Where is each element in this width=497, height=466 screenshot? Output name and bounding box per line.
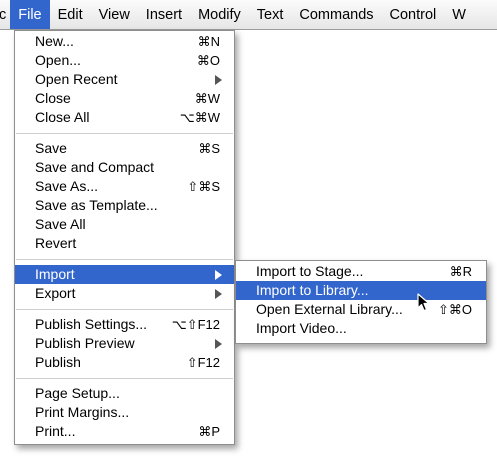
file-menu-item-new[interactable]: New... ⌘N: [15, 32, 234, 51]
menu-item-label: Save As...: [35, 178, 99, 194]
menu-item-label: Close: [35, 90, 71, 106]
menubar-item-edit[interactable]: Edit: [50, 0, 91, 29]
file-menu-item-export[interactable]: Export: [15, 284, 234, 303]
keyboard-shortcut: ⌘P: [198, 424, 220, 439]
menu-item-label: Import to Stage...: [256, 263, 364, 279]
menu-item-label: Save and Compact: [35, 159, 155, 175]
import-submenu: Import to Stage... ⌘R Import to Library...…: [235, 260, 487, 344]
file-menu-item-save-and-compact[interactable]: Save and Compact: [15, 158, 234, 177]
file-menu-item-print-margins[interactable]: Print Margins...: [15, 403, 234, 422]
file-menu-item-close-all[interactable]: Close All ⌥⌘W: [15, 108, 234, 127]
menu-separator: [15, 253, 234, 265]
keyboard-shortcut: ⌘W: [194, 91, 220, 106]
file-menu-item-print[interactable]: Print... ⌘P: [15, 422, 234, 441]
menu-separator: [15, 372, 234, 384]
menu-item-label: Publish Settings...: [35, 316, 148, 332]
keyboard-shortcut: ⌥⇧F12: [171, 317, 220, 332]
menu-item-label: Open External Library...: [256, 301, 403, 317]
menubar-item-c[interactable]: c: [0, 0, 10, 29]
file-menu-item-publish-settings[interactable]: Publish Settings... ⌥⇧F12: [15, 315, 234, 334]
import-submenu-item-import-to-library[interactable]: Import to Library...: [236, 281, 486, 300]
menu-item-label: Import Video...: [256, 320, 347, 336]
menu-item-label: Close All: [35, 109, 90, 125]
menu-item-label: Save as Template...: [35, 197, 158, 213]
menu-item-label: Save: [35, 140, 67, 156]
menubar-item-control[interactable]: Control: [382, 0, 445, 29]
file-menu: New... ⌘N Open... ⌘O Open Recent Close ⌘W Close…: [14, 30, 235, 445]
file-menu-item-page-setup[interactable]: Page Setup...: [15, 384, 234, 403]
keyboard-shortcut: ⇧⌘O: [437, 302, 472, 317]
menubar-item-file[interactable]: File: [10, 0, 50, 29]
import-submenu-item-open-external-library[interactable]: Open External Library... ⇧⌘O: [236, 300, 486, 319]
menubar-item-text[interactable]: Text: [249, 0, 292, 29]
keyboard-shortcut: ⌘R: [449, 264, 472, 279]
submenu-arrow-icon: [215, 339, 222, 349]
file-menu-item-revert[interactable]: Revert: [15, 234, 234, 253]
menu-separator: [15, 303, 234, 315]
menu-item-label: Export: [35, 285, 76, 301]
menu-item-label: Publish Preview: [35, 335, 135, 351]
keyboard-shortcut: ⇧⌘S: [187, 179, 220, 194]
file-menu-item-publish[interactable]: Publish ⇧F12: [15, 353, 234, 372]
submenu-arrow-icon: [215, 75, 222, 85]
file-menu-item-import[interactable]: Import: [15, 265, 234, 284]
file-menu-item-publish-preview[interactable]: Publish Preview: [15, 334, 234, 353]
menu-item-label: Revert: [35, 235, 77, 251]
menu-item-label: Import to Library...: [256, 282, 369, 298]
keyboard-shortcut: ⌘O: [196, 53, 220, 68]
import-submenu-item-import-video[interactable]: Import Video...: [236, 319, 486, 338]
menubar-item-commands[interactable]: Commands: [291, 0, 381, 29]
menu-item-label: Open Recent: [35, 71, 118, 87]
menu-separator: [15, 127, 234, 139]
menu-item-label: Save All: [35, 216, 86, 232]
keyboard-shortcut: ⇧F12: [186, 355, 220, 370]
menubar-item-insert[interactable]: Insert: [138, 0, 190, 29]
menu-item-label: Page Setup...: [35, 385, 120, 401]
menu-item-label: Open...: [35, 52, 81, 68]
menubar-item-view[interactable]: View: [91, 0, 138, 29]
file-menu-item-save-as-template[interactable]: Save as Template...: [15, 196, 234, 215]
submenu-arrow-icon: [215, 270, 222, 280]
menu-item-label: New...: [35, 33, 74, 49]
menubar-item-w[interactable]: W: [444, 0, 474, 29]
keyboard-shortcut: ⌘N: [197, 34, 220, 49]
file-menu-item-open[interactable]: Open... ⌘O: [15, 51, 234, 70]
file-menu-item-close[interactable]: Close ⌘W: [15, 89, 234, 108]
file-menu-item-open-recent[interactable]: Open Recent: [15, 70, 234, 89]
keyboard-shortcut: ⌥⌘W: [179, 110, 220, 125]
submenu-arrow-icon: [215, 289, 222, 299]
file-menu-item-save-all[interactable]: Save All: [15, 215, 234, 234]
file-menu-item-save-as[interactable]: Save As... ⇧⌘S: [15, 177, 234, 196]
menu-item-label: Publish: [35, 354, 81, 370]
mouse-pointer-icon: [417, 293, 430, 312]
keyboard-shortcut: ⌘S: [198, 141, 220, 156]
file-menu-item-save[interactable]: Save ⌘S: [15, 139, 234, 158]
menu-item-label: Print...: [35, 423, 76, 439]
menubar-item-modify[interactable]: Modify: [190, 0, 249, 29]
menu-item-label: Print Margins...: [35, 404, 130, 420]
import-submenu-item-import-to-stage[interactable]: Import to Stage... ⌘R: [236, 262, 486, 281]
menu-bar: cFileEditViewInsertModifyTextCommandsCon…: [0, 0, 497, 30]
menu-item-label: Import: [35, 266, 75, 282]
